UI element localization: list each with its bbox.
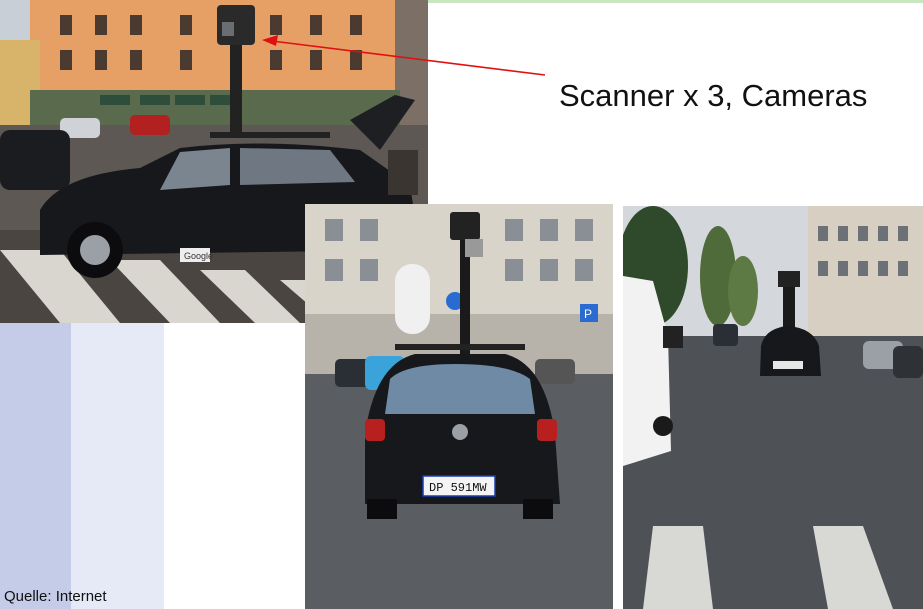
photo-streetview-car-road xyxy=(623,206,923,609)
caption-scanner: Scanner x 3, Cameras xyxy=(559,78,868,113)
svg-text:P: P xyxy=(584,307,592,321)
photo-streetview-car-rear: P DP 591MW xyxy=(305,204,613,609)
decor-band-light xyxy=(71,320,164,609)
decor-band-dark xyxy=(0,320,71,609)
google-sticker: Google xyxy=(184,251,213,261)
license-plate: DP 591MW xyxy=(429,481,487,495)
source-label: Quelle: Internet xyxy=(4,588,107,605)
